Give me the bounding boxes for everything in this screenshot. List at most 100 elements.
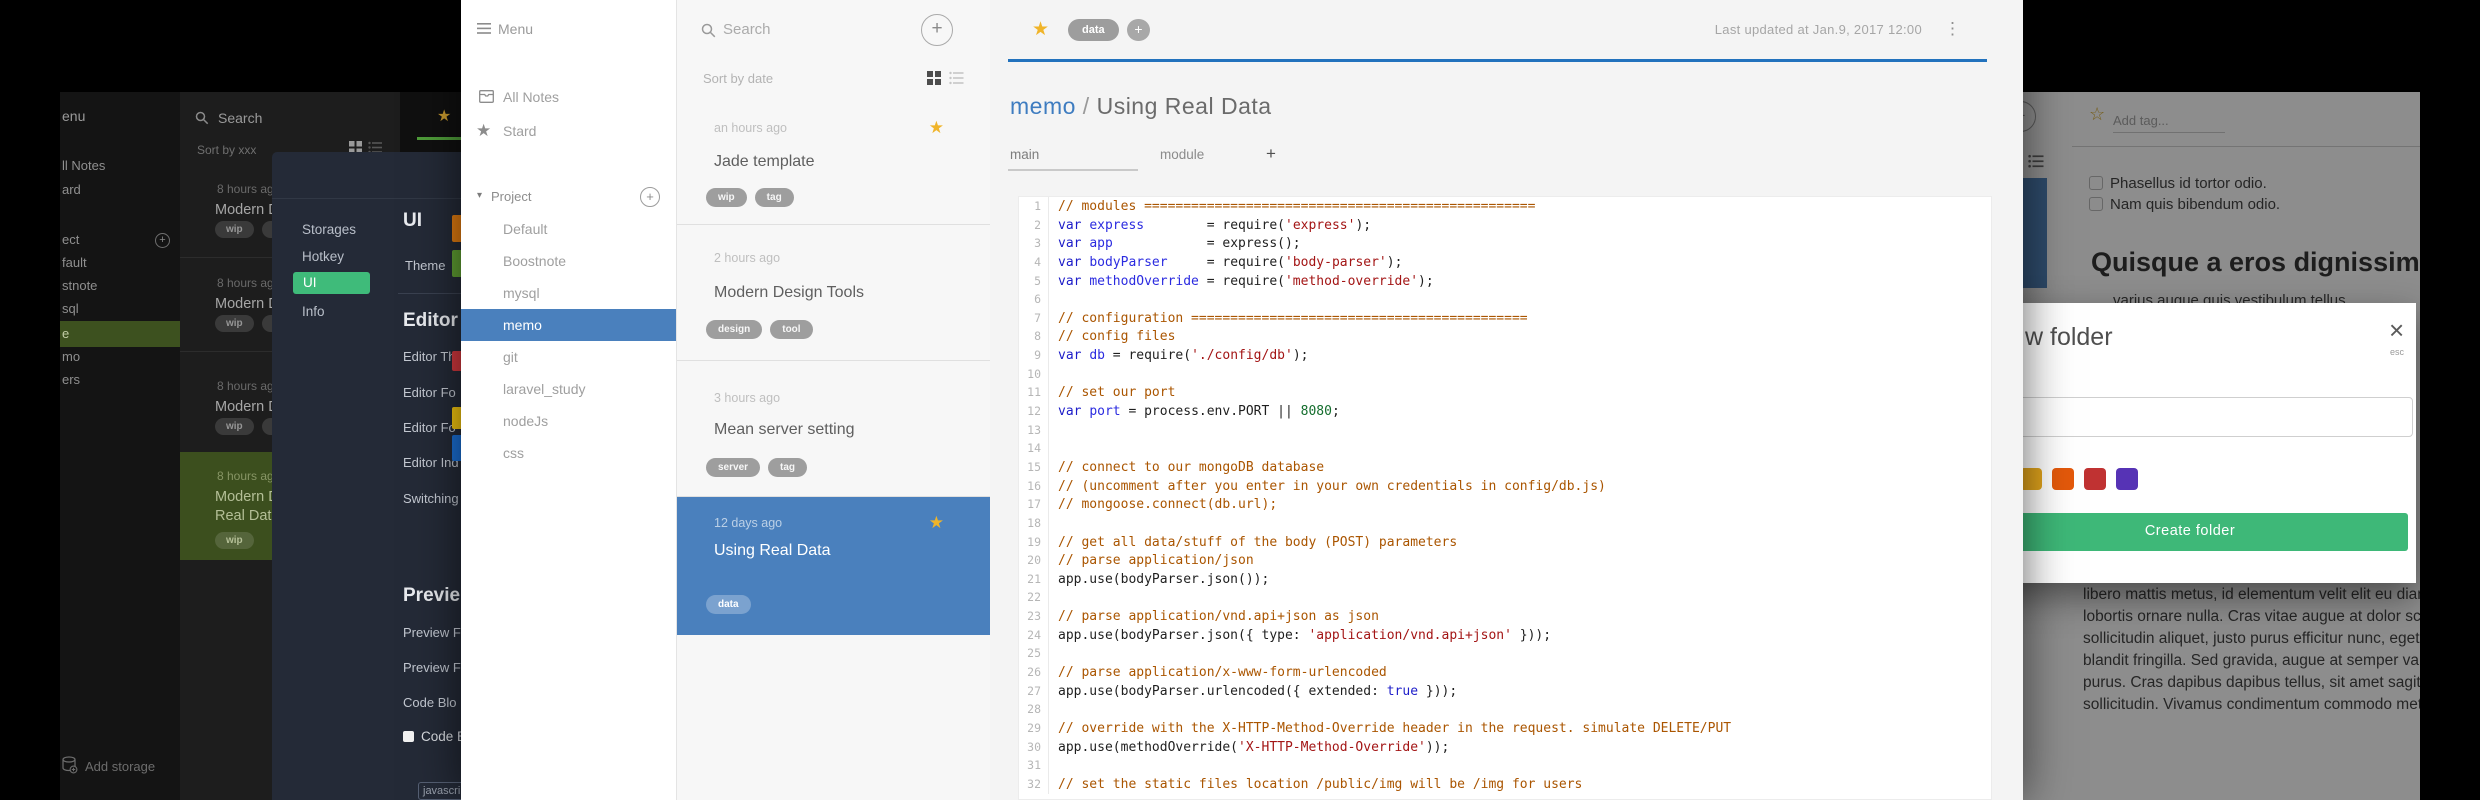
note-tag-pill[interactable]: data: [1068, 19, 1119, 41]
code-line[interactable]: 1 // modules ============================…: [1019, 197, 1991, 216]
add-tab-button[interactable]: +: [1266, 144, 1276, 164]
grid-view-icon[interactable]: [927, 71, 941, 85]
code-line[interactable]: 9 var db = require('./config/db');: [1019, 346, 1991, 365]
note-tag[interactable]: server: [706, 458, 761, 477]
settings-tab-storages[interactable]: Storages: [302, 222, 356, 237]
star-icon[interactable]: ★: [437, 106, 451, 126]
add-tag-button[interactable]: +: [1127, 19, 1150, 41]
breadcrumb-folder[interactable]: memo: [1010, 93, 1076, 119]
settings-tab-hotkey[interactable]: Hotkey: [302, 249, 344, 264]
sidebar-item-starred[interactable]: Stard: [503, 123, 536, 139]
code-line[interactable]: 24 app.use(bodyParser.json({ type: 'appli…: [1019, 625, 1991, 645]
dark-add-storage-button[interactable]: Add storage: [62, 756, 155, 777]
project-tree-header[interactable]: Project: [491, 189, 531, 204]
dark-search-input[interactable]: Search: [195, 110, 262, 126]
note-tag[interactable]: wip: [215, 532, 254, 549]
kebab-menu-icon[interactable]: ⋮: [1944, 19, 1961, 39]
hamburger-menu-icon[interactable]: [477, 23, 491, 34]
code-line[interactable]: 8 // config files: [1019, 327, 1991, 347]
settings-row[interactable]: Editor Ind: [403, 455, 459, 470]
dark-sort-label[interactable]: Sort by xxx: [197, 143, 256, 157]
note-star-icon[interactable]: ★: [929, 118, 944, 138]
settings-tab-ui-selected[interactable]: UI: [293, 272, 370, 294]
dark-project-header[interactable]: ect: [62, 232, 79, 247]
code-line[interactable]: 26 // parse application/x-www-form-urlenc…: [1019, 663, 1991, 682]
settings-row[interactable]: Editor Fo: [403, 420, 456, 435]
search-input[interactable]: Search: [723, 21, 771, 38]
note-tag[interactable]: wip: [706, 188, 747, 207]
sidebar-item-all-notes[interactable]: All Notes: [503, 89, 559, 105]
code-line[interactable]: 19 // get all data/stuff of the body (POS…: [1019, 532, 1991, 552]
code-line[interactable]: 2 var express = require('express');: [1019, 215, 1991, 235]
folder-name-input[interactable]: [2023, 397, 2413, 437]
sidebar-folder-Default[interactable]: Default: [461, 213, 676, 245]
settings-theme-label[interactable]: Theme: [405, 258, 445, 273]
dark-add-folder-icon[interactable]: +: [155, 233, 170, 248]
close-icon[interactable]: ×: [2389, 317, 2404, 343]
code-line[interactable]: 3 var app = express();: [1019, 234, 1991, 253]
code-line[interactable]: 4 var bodyParser = require('body-parser')…: [1019, 252, 1991, 272]
note-list-item[interactable]: 12 days ago ★ Using Real Data data: [677, 497, 990, 635]
dark-menu-label[interactable]: enu: [62, 108, 85, 124]
note-tag[interactable]: design: [706, 320, 763, 339]
code-line[interactable]: 22: [1019, 588, 1991, 608]
code-line[interactable]: 23 // parse application/vnd.api+json as j…: [1019, 607, 1991, 626]
note-tag[interactable]: wip: [215, 418, 254, 435]
code-line[interactable]: 17 // mongoose.connect(db.url);: [1019, 495, 1991, 514]
note-star-toggle[interactable]: ★: [1032, 18, 1049, 41]
note-star-icon[interactable]: ★: [929, 513, 944, 533]
sidebar-folder-nodeJs[interactable]: nodeJs: [461, 405, 676, 437]
sidebar-folder-laravel_study[interactable]: laravel_study: [461, 373, 676, 405]
dark-sidebar-folder[interactable]: ers: [62, 367, 80, 393]
dark-sidebar-item-starred[interactable]: ard: [62, 182, 81, 197]
sort-selector[interactable]: Sort by date: [703, 71, 773, 86]
code-line[interactable]: 25: [1019, 644, 1991, 664]
note-tag[interactable]: wip: [215, 315, 254, 332]
code-line[interactable]: 29 // override with the X-HTTP-Method-Ove…: [1019, 718, 1991, 738]
chevron-down-icon[interactable]: ▾: [477, 190, 482, 201]
sidebar-folder-Boostnote[interactable]: Boostnote: [461, 245, 676, 277]
note-tag[interactable]: tag: [754, 188, 794, 207]
code-line[interactable]: 18: [1019, 513, 1991, 533]
note-tag[interactable]: tag: [768, 458, 808, 477]
menu-label[interactable]: Menu: [498, 21, 533, 37]
dark-sidebar-item-all-notes[interactable]: ll Notes: [62, 158, 105, 173]
note-list-item[interactable]: 3 hours ago Mean server setting server tag: [677, 361, 990, 497]
settings-row[interactable]: Editor Th: [403, 349, 456, 364]
note-tag[interactable]: data: [706, 595, 751, 614]
settings-row[interactable]: Code Blo: [403, 695, 456, 710]
folder-color-swatch[interactable]: [2023, 468, 2042, 490]
sidebar-folder-mysql[interactable]: mysql: [461, 277, 676, 309]
code-line[interactable]: 30 app.use(methodOverride('X-HTTP-Method-…: [1019, 737, 1991, 757]
folder-color-swatch[interactable]: [2116, 468, 2138, 490]
folder-color-swatch[interactable]: [2084, 468, 2106, 490]
add-folder-icon[interactable]: +: [640, 187, 660, 207]
tab-main[interactable]: main: [1010, 147, 1039, 162]
settings-row[interactable]: Preview F: [403, 625, 461, 640]
sidebar-folder-css[interactable]: css: [461, 437, 676, 469]
tab-module[interactable]: module: [1160, 147, 1204, 162]
code-line[interactable]: 16 // (uncomment after you enter in your …: [1019, 476, 1991, 496]
code-line[interactable]: 27 app.use(bodyParser.urlencoded({ extend…: [1019, 681, 1991, 701]
settings-row[interactable]: Switching: [403, 491, 459, 506]
list-view-icon[interactable]: [949, 71, 964, 85]
code-line[interactable]: 20 // parse application/json: [1019, 551, 1991, 570]
code-line[interactable]: 12 var port = process.env.PORT || 8080;: [1019, 402, 1991, 421]
code-line[interactable]: 10: [1019, 364, 1991, 384]
code-line[interactable]: 5 var methodOverride = require('method-ov…: [1019, 271, 1991, 291]
code-line[interactable]: 32 // set the static files location /publ…: [1019, 774, 1991, 794]
code-line[interactable]: 6: [1019, 290, 1991, 309]
note-list-item[interactable]: an hours ago ★ Jade template wip tag: [677, 107, 990, 225]
code-line[interactable]: 28: [1019, 700, 1991, 719]
note-list-item[interactable]: 2 hours ago Modern Design Tools design tool: [677, 225, 990, 361]
settings-row[interactable]: Editor Fo: [403, 385, 456, 400]
settings-row[interactable]: Preview F: [403, 660, 461, 675]
settings-tab-info[interactable]: Info: [302, 304, 325, 319]
new-note-button[interactable]: +: [921, 14, 953, 46]
code-line[interactable]: 21 app.use(bodyParser.json());: [1019, 569, 1991, 589]
code-line[interactable]: 15 // connect to our mongoDB database: [1019, 457, 1991, 477]
code-line[interactable]: 14: [1019, 439, 1991, 458]
settings-checkbox[interactable]: [403, 731, 414, 742]
note-tag[interactable]: wip: [215, 221, 254, 238]
note-tag[interactable]: tool: [770, 320, 813, 339]
